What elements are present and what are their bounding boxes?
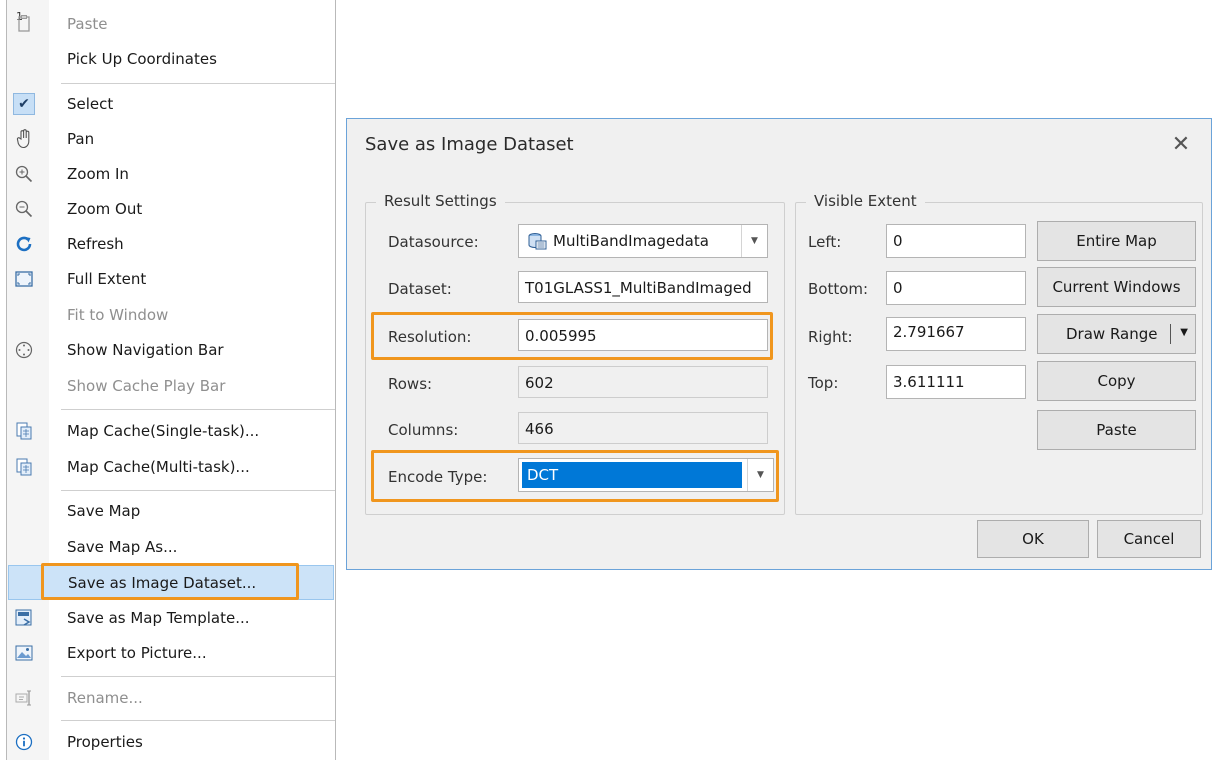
menu-item-label: Save as Map Template... — [67, 609, 250, 627]
paste-icon — [14, 14, 34, 34]
columns-label: Columns: — [388, 421, 459, 439]
datasource-label: Datasource: — [388, 233, 479, 251]
menu-separator — [61, 409, 335, 410]
right-input[interactable]: 2.791667 — [886, 317, 1026, 351]
menu-item-label: Zoom In — [67, 165, 129, 183]
menu-item-label: Pick Up Coordinates — [67, 50, 217, 68]
menu-separator — [61, 720, 335, 721]
highlight-outline-encode-type — [371, 450, 779, 502]
menu-item-label: Map Cache(Single-task)... — [67, 422, 260, 440]
rows-field: 602 — [518, 366, 768, 398]
columns-field: 466 — [518, 412, 768, 444]
current-windows-button[interactable]: Current Windows — [1037, 267, 1196, 307]
right-label: Right: — [808, 328, 853, 346]
split-divider — [1170, 324, 1171, 344]
menu-item-label: Save Map — [67, 502, 141, 520]
menu-item-label: Show Navigation Bar — [67, 341, 224, 359]
menu-item-save-as-map-template[interactable]: Save as Map Template... — [8, 601, 334, 636]
menu-item-save-map-as[interactable]: Save Map As... — [8, 530, 334, 565]
menu-item-paste[interactable]: 1 Paste — [8, 7, 334, 42]
menu-item-refresh[interactable]: Refresh — [8, 227, 334, 262]
full-extent-icon — [14, 269, 34, 289]
rename-icon — [14, 688, 34, 708]
chevron-down-icon[interactable]: ▼ — [741, 225, 767, 257]
menu-item-label: Fit to Window — [67, 306, 169, 324]
highlight-outline — [41, 563, 299, 600]
menu-separator — [61, 83, 335, 84]
save-as-image-dataset-dialog: Save as Image Dataset ✕ Result Settings … — [346, 118, 1212, 570]
map-cache-icon — [14, 457, 34, 477]
menu-item-fit-to-window[interactable]: Fit to Window — [8, 298, 334, 333]
paste-button[interactable]: Paste — [1037, 410, 1196, 450]
menu-item-label: Zoom Out — [67, 200, 143, 218]
bottom-input[interactable]: 0 — [886, 271, 1026, 305]
draw-range-label: Draw Range — [1066, 325, 1158, 343]
menu-separator — [61, 490, 335, 491]
menu-item-map-cache-multi[interactable]: Map Cache(Multi-task)... — [8, 450, 334, 485]
visible-extent-legend: Visible Extent — [806, 192, 925, 210]
menu-item-select[interactable]: ✔ Select — [8, 87, 334, 122]
menu-item-label: Paste — [67, 15, 108, 33]
menu-item-label: Map Cache(Multi-task)... — [67, 458, 250, 476]
left-input[interactable]: 0 — [886, 224, 1026, 258]
chevron-down-icon[interactable]: ▼ — [1180, 327, 1188, 338]
top-label: Top: — [808, 374, 839, 392]
menu-item-rename[interactable]: Rename... — [8, 681, 334, 716]
zoom-out-icon — [14, 199, 34, 219]
map-template-icon — [14, 608, 34, 628]
menu-item-label: Export to Picture... — [67, 644, 207, 662]
result-settings-legend: Result Settings — [376, 192, 505, 210]
map-cache-icon — [14, 421, 34, 441]
menu-item-zoom-in[interactable]: Zoom In — [8, 157, 334, 192]
menu-item-label: Select — [67, 95, 114, 113]
dataset-input[interactable]: T01GLASS1_MultiBandImaged — [518, 271, 768, 303]
top-input[interactable]: 3.611111 — [886, 365, 1026, 399]
check-icon: ✔ — [13, 93, 35, 115]
rows-label: Rows: — [388, 375, 433, 393]
refresh-icon — [14, 234, 34, 254]
visible-extent-group: Visible Extent Left: 0 Bottom: 0 Right: … — [795, 192, 1203, 515]
copy-button[interactable]: Copy — [1037, 361, 1196, 401]
context-menu: 1 Paste Pick Up Coordinates ✔ Select Pan… — [6, 0, 336, 760]
bottom-label: Bottom: — [808, 280, 869, 298]
menu-item-save-map[interactable]: Save Map — [8, 494, 334, 529]
menu-item-label: Show Cache Play Bar — [67, 377, 226, 395]
menu-item-map-cache-single[interactable]: Map Cache(Single-task)... — [8, 414, 334, 449]
menu-item-label: Refresh — [67, 235, 124, 253]
zoom-in-icon — [14, 164, 34, 184]
menu-item-zoom-out[interactable]: Zoom Out — [8, 192, 334, 227]
ok-button[interactable]: OK — [977, 520, 1089, 558]
close-icon[interactable]: ✕ — [1165, 129, 1197, 159]
menu-item-show-cache-play-bar[interactable]: Show Cache Play Bar — [8, 369, 334, 404]
menu-item-export-to-picture[interactable]: Export to Picture... — [8, 636, 334, 671]
menu-item-label: Save Map As... — [67, 538, 178, 556]
cancel-button[interactable]: Cancel — [1097, 520, 1201, 558]
menu-item-pan[interactable]: Pan — [8, 122, 334, 157]
highlight-outline-resolution — [371, 312, 773, 360]
menu-item-label: Properties — [67, 733, 143, 751]
datasource-icon — [527, 232, 547, 250]
draw-range-button[interactable]: Draw Range ▼ — [1037, 314, 1196, 354]
navigation-icon — [14, 340, 34, 360]
dialog-title: Save as Image Dataset — [365, 134, 574, 155]
info-icon — [14, 732, 34, 752]
menu-item-label: Rename... — [67, 689, 143, 707]
datasource-select[interactable]: MultiBandImagedata ▼ — [518, 224, 768, 258]
dataset-label: Dataset: — [388, 280, 452, 298]
entire-map-button[interactable]: Entire Map — [1037, 221, 1196, 261]
menu-item-pick-up-coordinates[interactable]: Pick Up Coordinates — [8, 42, 334, 77]
menu-item-full-extent[interactable]: Full Extent — [8, 262, 334, 297]
menu-item-label: Pan — [67, 130, 95, 148]
menu-item-label: Full Extent — [67, 270, 147, 288]
datasource-value: MultiBandImagedata — [553, 232, 709, 250]
left-label: Left: — [808, 233, 842, 251]
menu-item-show-navigation-bar[interactable]: Show Navigation Bar — [8, 333, 334, 368]
picture-icon — [14, 643, 34, 663]
menu-separator — [61, 676, 335, 677]
menu-item-properties[interactable]: Properties — [8, 725, 334, 760]
hand-icon — [14, 129, 34, 149]
